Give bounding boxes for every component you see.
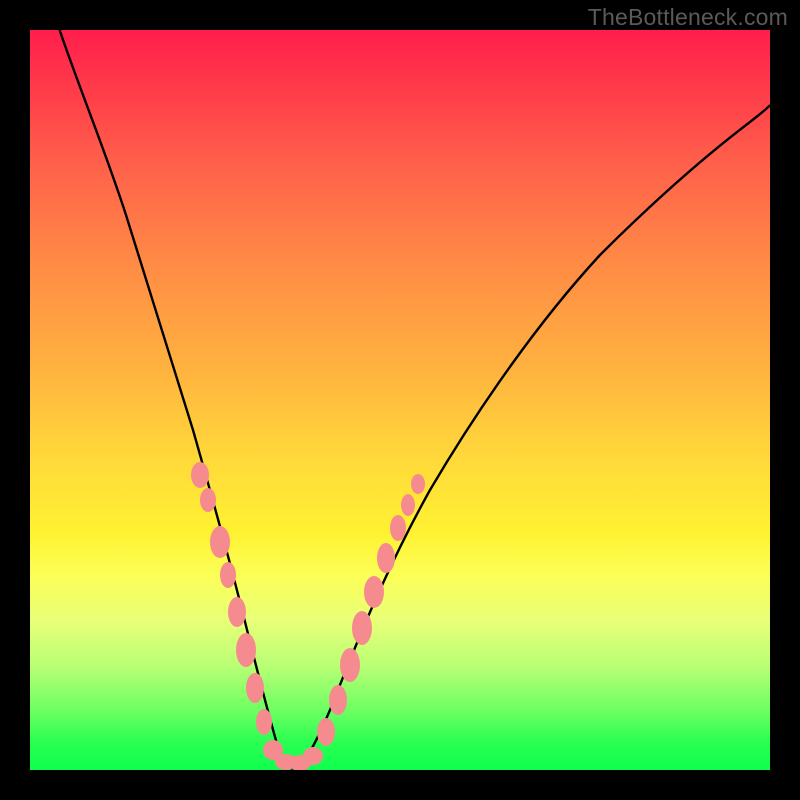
marker-dot bbox=[220, 562, 236, 588]
outer-frame: TheBottleneck.com bbox=[0, 0, 800, 800]
marker-dot bbox=[191, 462, 209, 488]
marker-dot bbox=[256, 709, 272, 735]
marker-dot bbox=[200, 488, 216, 512]
marker-dot bbox=[210, 526, 230, 558]
plot-area bbox=[30, 30, 770, 770]
marker-dot bbox=[401, 494, 415, 516]
marker-dot bbox=[329, 685, 347, 715]
bottleneck-chart bbox=[30, 30, 770, 770]
marker-dot bbox=[228, 597, 246, 627]
marker-dot bbox=[364, 576, 384, 608]
marker-dot bbox=[411, 474, 425, 494]
marker-dot bbox=[340, 648, 360, 682]
marker-dot bbox=[317, 718, 335, 746]
marker-dot bbox=[303, 747, 323, 765]
marker-dot bbox=[377, 543, 395, 573]
marker-dot bbox=[390, 515, 406, 541]
watermark-text: TheBottleneck.com bbox=[588, 4, 788, 31]
marker-dot bbox=[246, 673, 264, 703]
marker-group bbox=[191, 462, 425, 770]
marker-dot bbox=[352, 611, 372, 645]
bottleneck-curve-path bbox=[60, 30, 770, 769]
marker-dot bbox=[236, 633, 256, 667]
